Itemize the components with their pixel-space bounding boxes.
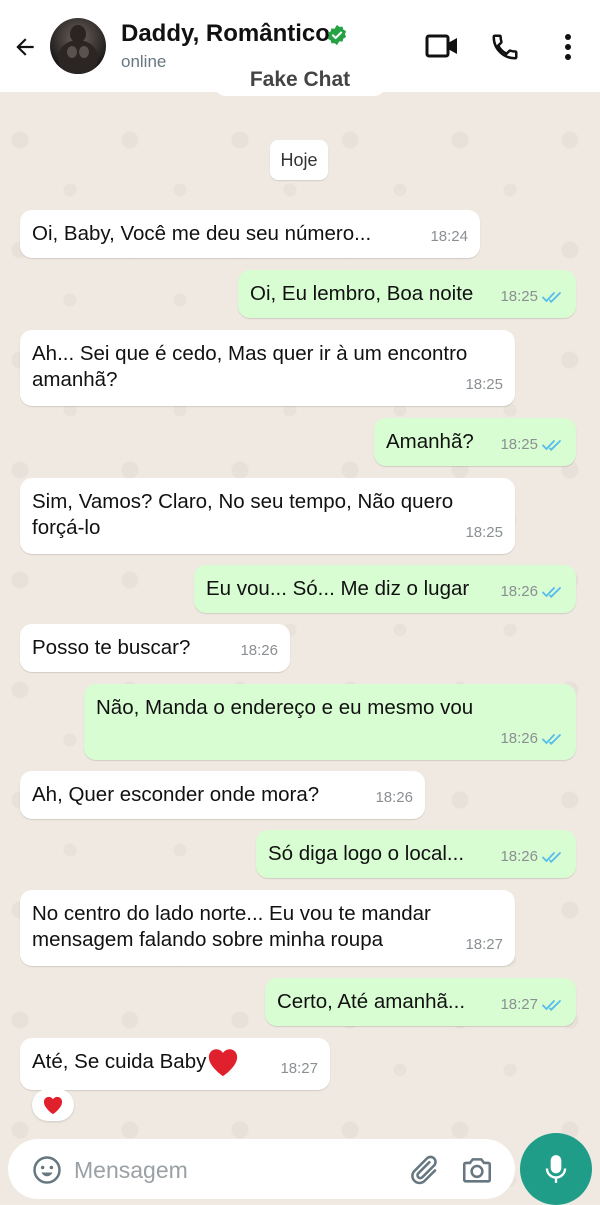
double-tick-icon xyxy=(542,587,561,598)
message-meta: 18:26 xyxy=(240,638,278,664)
message-time: 18:27 xyxy=(280,1060,318,1077)
message-text-content: Até, Se cuida Baby xyxy=(32,1050,207,1073)
outgoing-message[interactable]: Eu vou... Só... Me diz o lugar 18:26 xyxy=(194,565,576,613)
incoming-message[interactable]: No centro do lado norte... Eu vou te man… xyxy=(20,890,515,966)
avatar[interactable] xyxy=(50,18,106,74)
attach-icon[interactable] xyxy=(406,1153,440,1187)
message-meta: 18:26 xyxy=(500,726,564,752)
message-time: 18:26 xyxy=(500,730,538,747)
message-text: amanhã? xyxy=(32,368,118,391)
date-chip: Hoje xyxy=(270,140,328,180)
message-meta: 18:27 xyxy=(280,1056,318,1082)
camera-icon[interactable] xyxy=(460,1153,494,1187)
incoming-message[interactable]: Ah, Quer esconder onde mora? 18:26 xyxy=(20,771,425,819)
message-meta: 18:26 xyxy=(500,844,564,870)
message-meta: 18:27 xyxy=(465,932,503,958)
message-meta: 18:25 xyxy=(465,372,503,398)
incoming-message[interactable]: Oi, Baby, Você me deu seu número... 18:24 xyxy=(20,210,480,258)
incoming-message[interactable]: Posso te buscar? 18:26 xyxy=(20,624,290,672)
message-meta: 18:25 xyxy=(500,432,564,458)
message-time: 18:27 xyxy=(465,936,503,953)
emoji-icon[interactable] xyxy=(32,1155,62,1185)
message-text: Ah, Quer esconder onde mora? xyxy=(32,783,320,806)
message-time: 18:26 xyxy=(500,848,538,865)
outgoing-message[interactable]: Só diga logo o local... 18:26 xyxy=(256,830,576,878)
incoming-message[interactable]: Sim, Vamos? Claro, No seu tempo, Não que… xyxy=(20,478,515,554)
message-input[interactable] xyxy=(72,1154,376,1186)
message-meta: 18:26 xyxy=(500,579,564,605)
message-text: No centro do lado norte... Eu vou te man… xyxy=(32,902,431,925)
message-meta: 18:25 xyxy=(465,520,503,546)
mic-button[interactable] xyxy=(520,1133,592,1205)
message-time: 18:25 xyxy=(465,376,503,393)
more-vert-icon[interactable] xyxy=(562,33,574,61)
message-time: 18:24 xyxy=(430,228,468,245)
message-meta: 18:26 xyxy=(375,785,413,811)
online-status: online xyxy=(121,52,167,71)
double-tick-icon xyxy=(542,440,561,451)
double-tick-icon xyxy=(542,292,561,303)
verified-badge-icon xyxy=(327,24,347,46)
message-composer xyxy=(8,1139,515,1199)
phone-icon[interactable] xyxy=(490,32,520,62)
message-text: Não, Manda o endereço e eu mesmo vou xyxy=(96,696,474,719)
mic-icon xyxy=(545,1155,567,1183)
back-arrow-icon[interactable] xyxy=(12,34,38,60)
message-meta: 18:25 xyxy=(500,284,564,310)
message-text: Até, Se cuida Baby xyxy=(32,1046,318,1078)
message-text: mensagem falando sobre minha roupa xyxy=(32,928,383,951)
message-text: Sim, Vamos? Claro, No seu tempo, Não que… xyxy=(32,490,454,513)
message-text: forçá-lo xyxy=(32,516,101,539)
outgoing-message[interactable]: Amanhã? 18:25 xyxy=(374,418,576,466)
outgoing-message[interactable]: Não, Manda o endereço e eu mesmo vou 18:2… xyxy=(84,684,576,760)
outgoing-message[interactable]: Certo, Até amanhã... 18:27 xyxy=(265,978,576,1026)
double-tick-icon xyxy=(542,734,561,745)
message-text: Oi, Baby, Você me deu seu número... xyxy=(32,222,372,245)
double-tick-icon xyxy=(542,1000,561,1011)
message-meta: 18:24 xyxy=(430,224,468,250)
video-call-icon[interactable] xyxy=(425,33,459,59)
message-time: 18:26 xyxy=(240,642,278,659)
message-time: 18:25 xyxy=(465,524,503,541)
red-heart-icon xyxy=(209,1049,238,1077)
incoming-message[interactable]: Até, Se cuida Baby 18:27 xyxy=(20,1038,330,1090)
incoming-message[interactable]: Ah... Sei que é cedo, Mas quer ir à um e… xyxy=(20,330,515,406)
message-meta: 18:27 xyxy=(500,992,564,1018)
fake-chat-label: Fake Chat xyxy=(214,64,386,96)
double-tick-icon xyxy=(542,852,561,863)
outgoing-message[interactable]: Oi, Eu lembro, Boa noite 18:25 xyxy=(238,270,576,318)
message-time: 18:27 xyxy=(500,996,538,1013)
message-text: Ah... Sei que é cedo, Mas quer ir à um e… xyxy=(32,342,468,365)
contact-name[interactable]: Daddy, Romântico xyxy=(121,20,330,48)
message-time: 18:25 xyxy=(500,288,538,305)
message-time: 18:26 xyxy=(500,583,538,600)
message-time: 18:25 xyxy=(500,436,538,453)
message-time: 18:26 xyxy=(375,789,413,806)
reaction-badge[interactable] xyxy=(32,1089,74,1121)
red-heart-icon xyxy=(43,1096,63,1115)
